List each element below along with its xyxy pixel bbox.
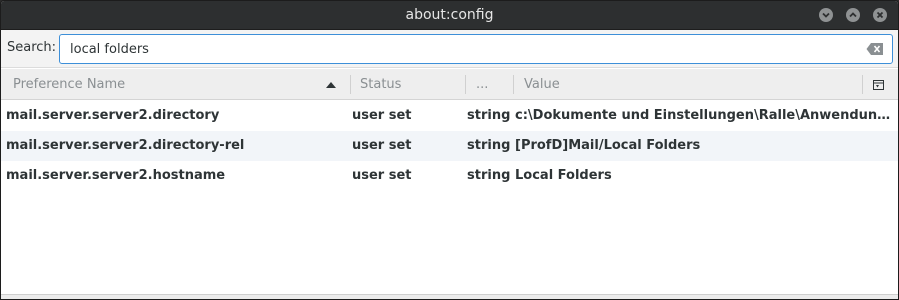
column-header-label: Value (524, 77, 560, 92)
column-header-label: Status (360, 77, 402, 92)
maximize-icon (849, 12, 857, 18)
search-bar: Search: (1, 30, 898, 68)
preference-name: mail.server.server2.directory (6, 108, 220, 123)
preference-value: [ProfD]Mail/Local Folders (515, 138, 701, 153)
column-header-type[interactable]: ... (465, 69, 513, 100)
preference-status: user set (352, 138, 412, 153)
clear-text-icon[interactable] (866, 42, 884, 56)
preference-value: Local Folders (515, 168, 612, 183)
table-row[interactable]: mail.server.server2.hostname user set st… (1, 161, 898, 191)
preference-type: string (467, 168, 511, 183)
close-button[interactable] (873, 8, 887, 22)
preference-list: mail.server.server2.directory user set s… (1, 101, 898, 294)
column-header-value[interactable]: Value (513, 69, 862, 100)
search-label: Search: (7, 40, 57, 55)
column-header-status[interactable]: Status (350, 69, 465, 100)
search-input[interactable] (59, 34, 893, 64)
column-picker-button[interactable] (862, 69, 898, 100)
column-picker-icon (873, 80, 884, 90)
sort-ascending-icon (326, 82, 336, 88)
preference-type: string (467, 108, 511, 123)
column-header-label: Preference Name (13, 77, 126, 92)
column-header-row: Preference Name Status ... Value (1, 69, 898, 100)
preference-name: mail.server.server2.directory-rel (6, 138, 245, 153)
preference-status: user set (352, 168, 412, 183)
table-row[interactable]: mail.server.server2.directory-rel user s… (1, 131, 898, 161)
window-title: about:config (405, 7, 494, 23)
maximize-button[interactable] (846, 8, 860, 22)
close-icon (876, 11, 884, 19)
column-header-preference-name[interactable]: Preference Name (1, 69, 350, 100)
preference-name: mail.server.server2.hostname (6, 168, 226, 183)
about-config-window: about:config Search: Preference Name Sta… (0, 0, 899, 300)
preference-status: user set (352, 108, 412, 123)
preference-value: c:\Dokumente und Einstellungen\Ralle\Anw… (515, 108, 895, 123)
minimize-icon (822, 12, 830, 18)
column-header-label: ... (476, 77, 489, 92)
title-bar[interactable]: about:config (1, 1, 898, 30)
minimize-button[interactable] (819, 8, 833, 22)
preference-type: string (467, 138, 511, 153)
bottom-edge (1, 294, 898, 299)
table-row[interactable]: mail.server.server2.directory user set s… (1, 101, 898, 131)
